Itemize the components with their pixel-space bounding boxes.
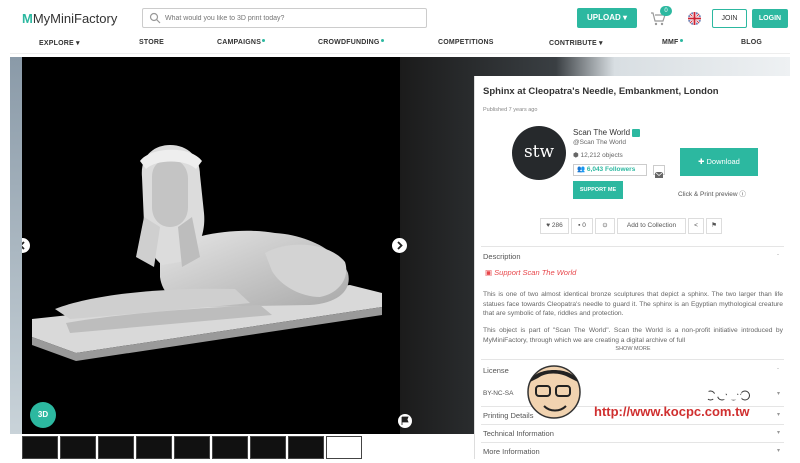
license-heading[interactable]: License bbox=[483, 366, 509, 375]
heart-icon: ♥ bbox=[546, 222, 551, 229]
like-button[interactable]: ♥ 286 bbox=[540, 218, 569, 234]
logo-text: MyMiniFactory bbox=[32, 11, 118, 26]
nav-store[interactable]: STORE bbox=[139, 39, 164, 46]
divider bbox=[481, 246, 784, 247]
next-image-button[interactable] bbox=[392, 238, 407, 253]
more-info-heading[interactable]: More Information bbox=[483, 447, 540, 456]
nav-campaigns-label: CAMPAIGNS bbox=[217, 39, 262, 46]
search-icon bbox=[149, 12, 161, 24]
join-button[interactable]: JOIN bbox=[712, 9, 747, 28]
chevron-down-icon: ▾ bbox=[777, 448, 781, 454]
nav-mmf[interactable]: MMF bbox=[662, 39, 683, 46]
watermark: 電腦王阿達 http://www.kocpc.com.tw bbox=[520, 360, 790, 428]
nav-blog[interactable]: BLOG bbox=[741, 39, 762, 46]
verified-icon bbox=[632, 128, 641, 137]
chevron-right-icon bbox=[397, 241, 403, 250]
message-button[interactable] bbox=[653, 165, 665, 178]
author-handle: @Scan The World bbox=[573, 139, 626, 146]
objects-count-label: 12,212 objects bbox=[580, 152, 623, 159]
support-me-button[interactable]: SUPPORT ME bbox=[573, 181, 623, 199]
model-viewer[interactable] bbox=[10, 57, 407, 434]
technical-info-heading[interactable]: Technical Information bbox=[483, 429, 554, 438]
site-logo[interactable]: MMyMiniFactory bbox=[22, 11, 117, 26]
thumbnail[interactable] bbox=[288, 436, 324, 459]
support-link-label: Support Scan The World bbox=[494, 268, 577, 277]
support-logo-icon: ▣ bbox=[485, 268, 495, 277]
logo-mark: M bbox=[22, 11, 33, 26]
nav-competitions[interactable]: COMPETITIONS bbox=[438, 39, 494, 46]
nav-explore[interactable]: EXPLORE ▾ bbox=[39, 39, 80, 47]
description-heading[interactable]: Description bbox=[483, 252, 521, 261]
thumbnail[interactable] bbox=[212, 436, 248, 459]
share-icon: < bbox=[694, 222, 698, 229]
author-avatar[interactable]: stw bbox=[512, 126, 566, 180]
author-name[interactable]: Scan The World bbox=[573, 128, 641, 137]
search-bar[interactable] bbox=[142, 8, 427, 28]
thumbnail[interactable] bbox=[98, 436, 134, 459]
share-button[interactable]: < bbox=[688, 218, 704, 234]
follow-button[interactable]: 👥 6,043 Followers bbox=[573, 164, 647, 176]
new-dot-icon bbox=[679, 39, 683, 42]
chevron-down-icon: - bbox=[777, 252, 779, 258]
cart-count-badge: 0 bbox=[660, 6, 672, 16]
search-input[interactable] bbox=[165, 11, 420, 26]
watermark-cjk-text: 電腦王阿達 bbox=[587, 369, 743, 406]
followers-label: 6,043 Followers bbox=[586, 166, 636, 173]
likes-count: 286 bbox=[551, 222, 563, 229]
comment-icon: ▪ bbox=[578, 222, 581, 229]
license-value: BY-NC-SA bbox=[483, 390, 514, 397]
report-flag-button[interactable] bbox=[398, 414, 412, 428]
uk-flag-icon[interactable] bbox=[688, 12, 701, 25]
clock-icon: ⊙ bbox=[602, 222, 608, 229]
show-more-button[interactable]: SHOW MORE bbox=[475, 346, 791, 352]
support-scan-the-world-link[interactable]: ▣ Support Scan The World bbox=[485, 268, 576, 277]
thumbnail[interactable] bbox=[250, 436, 286, 459]
description-paragraph: This object is part of "Scan The World".… bbox=[483, 327, 783, 344]
description-paragraph: This is one of two almost identical bron… bbox=[483, 291, 783, 317]
click-print-label: Click & Print preview bbox=[678, 191, 738, 198]
published-date: Published 7 years ago bbox=[483, 107, 538, 113]
nav-contribute[interactable]: CONTRIBUTE ▾ bbox=[549, 39, 603, 47]
info-icon: ⓘ bbox=[739, 191, 746, 198]
flag-icon bbox=[401, 416, 409, 425]
thumbnail[interactable] bbox=[22, 436, 58, 459]
report-button[interactable]: ⚑ bbox=[706, 218, 722, 234]
click-print-preview-link[interactable]: Click & Print preview ⓘ bbox=[678, 188, 746, 198]
author-objects-count: ⬢ 12,212 objects bbox=[573, 151, 623, 159]
thumbnail[interactable] bbox=[60, 436, 96, 459]
main-nav: EXPLORE ▾ STORE CAMPAIGNS CROWDFUNDING C… bbox=[10, 34, 790, 54]
thumbnail[interactable] bbox=[136, 436, 172, 459]
new-dot-icon bbox=[380, 39, 384, 42]
login-button[interactable]: LOGIN bbox=[752, 9, 788, 28]
divider bbox=[481, 442, 784, 443]
thumbnail[interactable] bbox=[326, 436, 362, 459]
watermark-url: http://www.kocpc.com.tw bbox=[594, 404, 750, 419]
nav-crowdfunding-label: CROWDFUNDING bbox=[318, 39, 380, 46]
comments-count: 0 bbox=[582, 222, 586, 229]
nav-crowdfunding[interactable]: CROWDFUNDING bbox=[318, 39, 384, 46]
add-to-collection-button[interactable]: Add to Collection bbox=[617, 218, 686, 234]
thumbnail[interactable] bbox=[174, 436, 210, 459]
chevron-down-icon: ▾ bbox=[777, 430, 781, 436]
comment-button[interactable]: ▪ 0 bbox=[571, 218, 593, 234]
download-button[interactable]: ✚ Download bbox=[680, 148, 758, 176]
nav-campaigns[interactable]: CAMPAIGNS bbox=[217, 39, 266, 46]
mail-icon bbox=[654, 171, 664, 178]
nav-mmf-label: MMF bbox=[662, 39, 679, 46]
upload-button[interactable]: UPLOAD ▾ bbox=[577, 8, 637, 28]
sphinx-model-image bbox=[32, 145, 382, 361]
new-dot-icon bbox=[262, 39, 266, 42]
view-3d-button[interactable]: 3D bbox=[30, 402, 56, 428]
users-icon: 👥 bbox=[577, 166, 586, 173]
flag-icon: ⚑ bbox=[711, 222, 717, 229]
author-name-label: Scan The World bbox=[573, 128, 631, 137]
history-button[interactable]: ⊙ bbox=[595, 218, 615, 234]
viewer-edge bbox=[10, 57, 22, 434]
object-title: Sphinx at Cleopatra's Needle, Embankment… bbox=[483, 86, 719, 97]
top-header: MMyMiniFactory UPLOAD ▾ 0 JOIN LOGIN bbox=[10, 4, 790, 34]
